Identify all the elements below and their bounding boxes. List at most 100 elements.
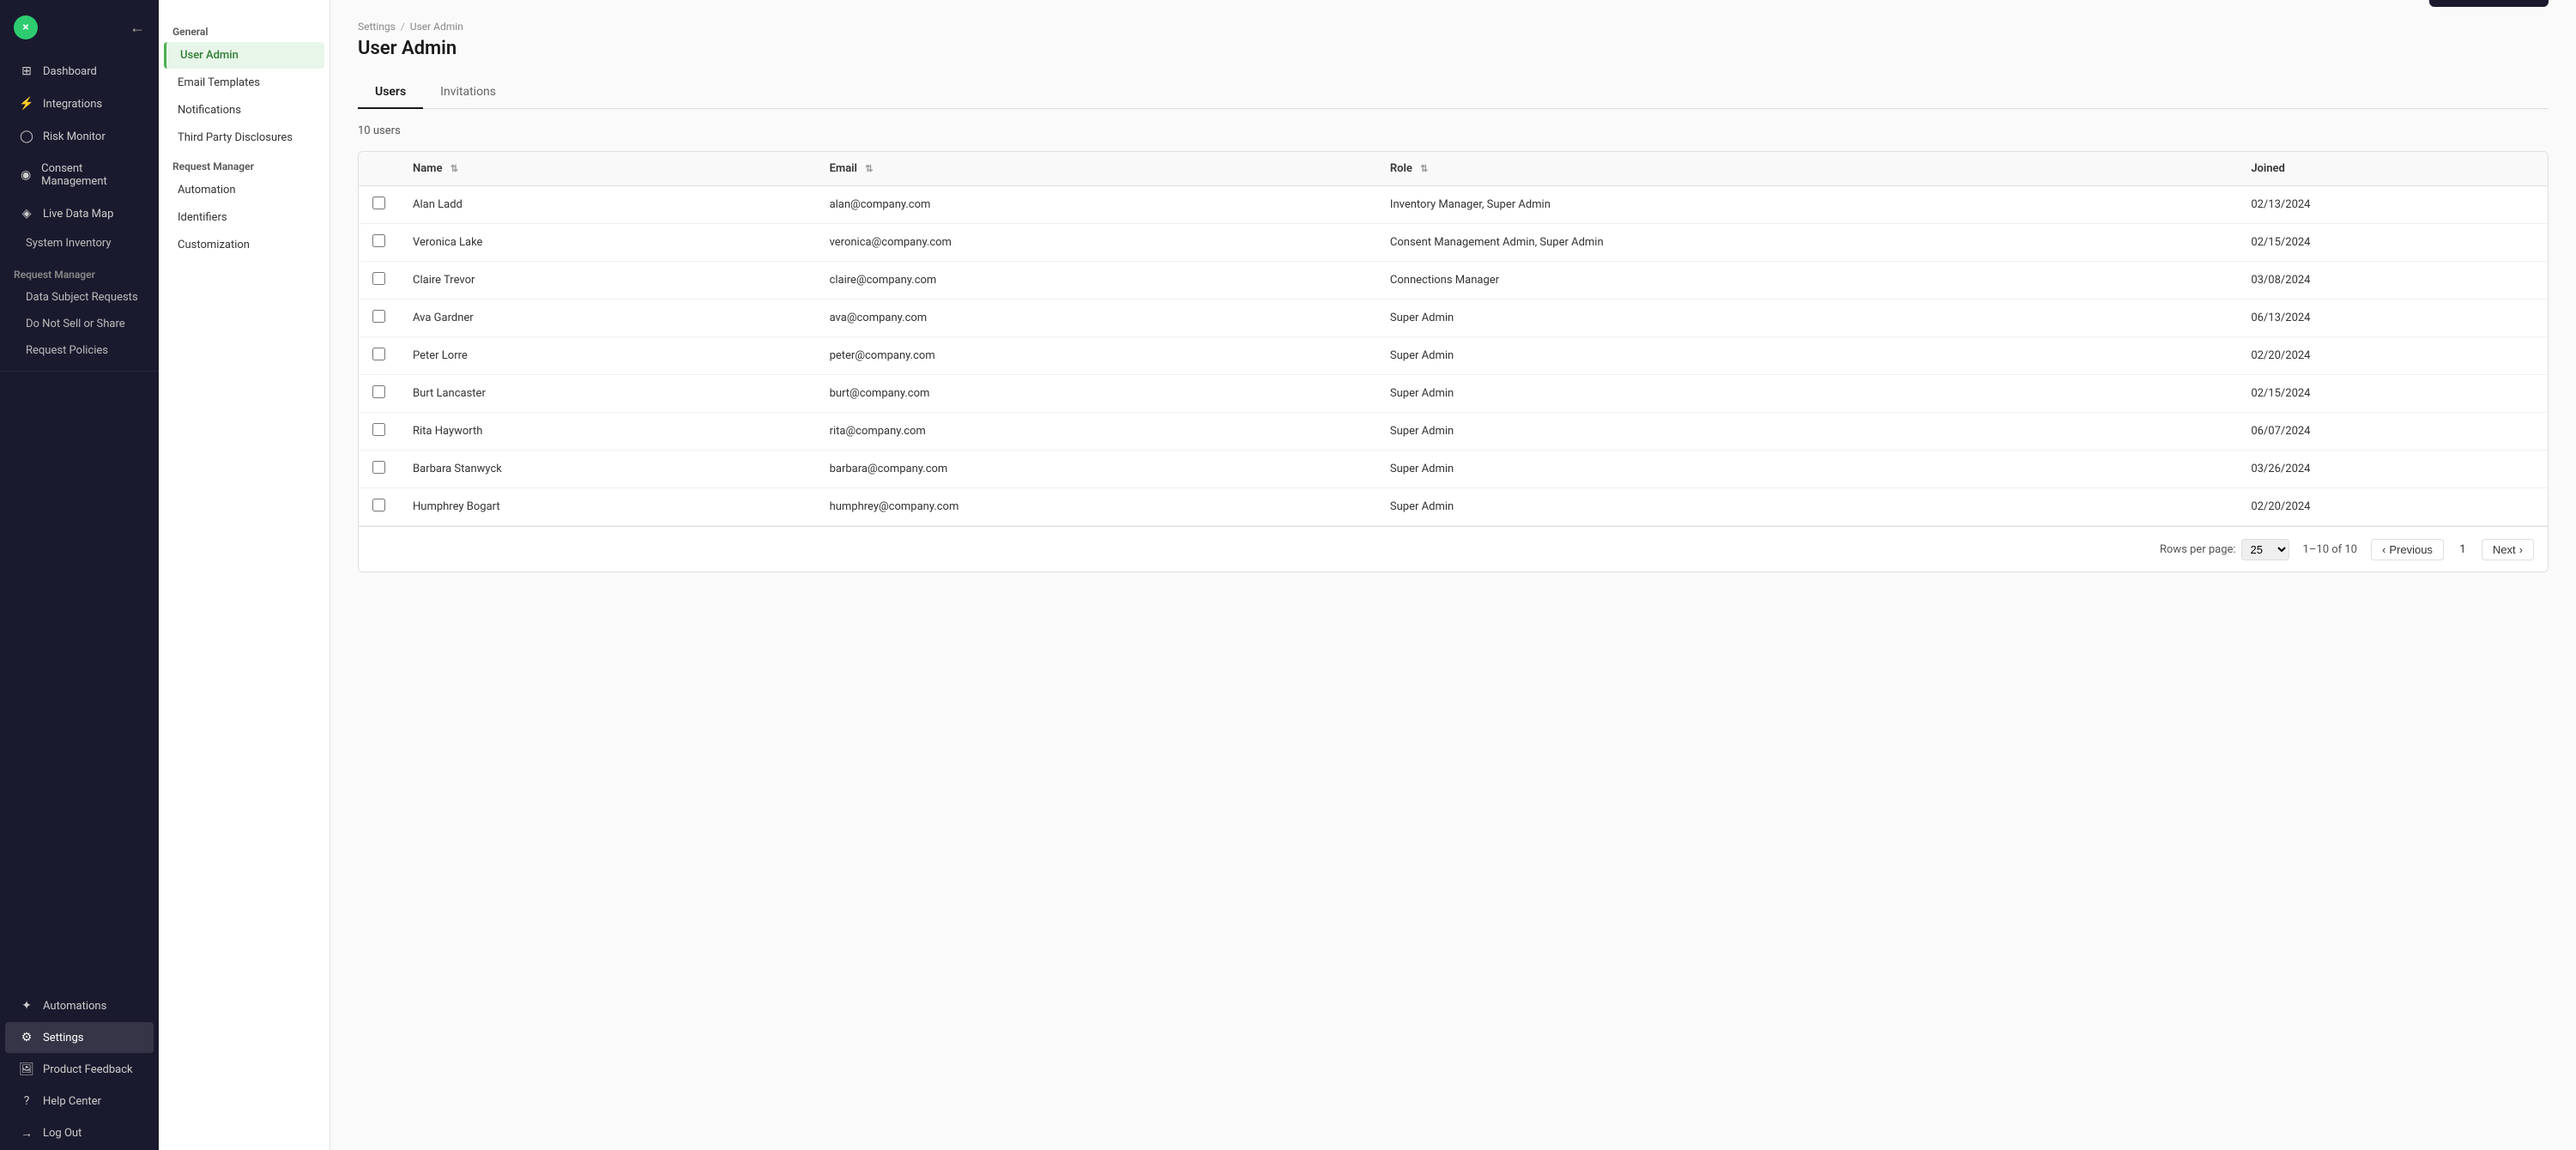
sub-sidebar-item-automation[interactable]: Automation (164, 177, 324, 203)
automations-icon: ✦ (19, 999, 34, 1013)
row-email: rita@company.com (816, 413, 1376, 451)
table-row[interactable]: Humphrey Bogart humphrey@company.com Sup… (359, 488, 2548, 526)
sidebar-item-system-inventory[interactable]: System Inventory (5, 231, 154, 256)
table-row[interactable]: Veronica Lake veronica@company.com Conse… (359, 224, 2548, 262)
table-row[interactable]: Ava Gardner ava@company.com Super Admin … (359, 300, 2548, 337)
chevron-left-icon: ‹ (2382, 543, 2386, 556)
sub-sidebar-item-notifications[interactable]: Notifications (164, 97, 324, 124)
table-row[interactable]: Alan Ladd alan@company.com Inventory Man… (359, 186, 2548, 224)
row-checkbox-6[interactable] (372, 423, 385, 436)
table-row[interactable]: Rita Hayworth rita@company.com Super Adm… (359, 413, 2548, 451)
row-checkbox-cell[interactable] (359, 413, 399, 451)
row-joined: 02/20/2024 (2237, 488, 2548, 526)
app-logo-icon: × (14, 15, 38, 39)
row-checkbox-cell[interactable] (359, 186, 399, 224)
table-header-name[interactable]: Name ⇅ (399, 152, 816, 186)
row-email: burt@company.com (816, 375, 1376, 413)
sidebar-item-label: Automations (43, 1000, 106, 1013)
breadcrumb-settings[interactable]: Settings (358, 21, 396, 33)
tab-users[interactable]: Users (358, 76, 423, 109)
users-table: Name ⇅ Email ⇅ Role ⇅ Joined (359, 152, 2548, 526)
invite-new-user-button[interactable]: Invite New User (2429, 0, 2549, 7)
sidebar-item-label: Settings (43, 1032, 83, 1044)
row-checkbox-cell[interactable] (359, 488, 399, 526)
sub-sidebar-item-label: Email Templates (178, 76, 260, 89)
sidebar-item-log-out[interactable]: → Log Out (5, 1117, 154, 1149)
row-checkbox-4[interactable] (372, 348, 385, 360)
sub-sidebar-item-identifiers[interactable]: Identifiers (164, 204, 324, 231)
chevron-right-icon: › (2519, 543, 2523, 556)
sub-sidebar-item-customization[interactable]: Customization (164, 232, 324, 258)
rows-per-page: Rows per page: 25 50 100 (2160, 539, 2289, 560)
sub-sidebar-item-label: Customization (178, 239, 250, 251)
log-out-icon: → (19, 1126, 34, 1141)
sidebar-item-live-data-map[interactable]: ◈ Live Data Map (5, 198, 154, 229)
next-page-button[interactable]: Next › (2482, 539, 2534, 560)
row-role: Connections Manager (1376, 262, 2237, 300)
sidebar-item-integrations[interactable]: ⚡ Integrations (5, 88, 154, 119)
row-checkbox-cell[interactable] (359, 337, 399, 375)
row-checkbox-2[interactable] (372, 272, 385, 285)
sidebar-item-consent-management[interactable]: ◉ Consent Management (5, 154, 154, 197)
sidebar-item-automations[interactable]: ✦ Automations (5, 990, 154, 1021)
row-checkbox-cell[interactable] (359, 262, 399, 300)
table-row[interactable]: Peter Lorre peter@company.com Super Admi… (359, 337, 2548, 375)
row-checkbox-0[interactable] (372, 197, 385, 209)
row-checkbox-3[interactable] (372, 310, 385, 323)
sidebar-item-dashboard[interactable]: ⊞ Dashboard (5, 56, 154, 87)
table-header-joined: Joined (2237, 152, 2548, 186)
sub-sidebar-item-third-party-disclosures[interactable]: Third Party Disclosures (164, 124, 324, 151)
tab-invitations[interactable]: Invitations (423, 76, 513, 109)
row-joined: 06/07/2024 (2237, 413, 2548, 451)
table-row[interactable]: Burt Lancaster burt@company.com Super Ad… (359, 375, 2548, 413)
sidebar-item-data-subject-requests[interactable]: Data Subject Requests (5, 285, 154, 310)
page-info: 1–10 of 10 (2303, 543, 2357, 556)
sidebar-bottom: ✦ Automations ⚙ Settings 🖼 Product Feedb… (0, 990, 159, 1150)
row-name: Peter Lorre (399, 337, 816, 375)
table-row[interactable]: Barbara Stanwyck barbara@company.com Sup… (359, 451, 2548, 488)
row-email: ava@company.com (816, 300, 1376, 337)
sub-sidebar-item-email-templates[interactable]: Email Templates (164, 70, 324, 96)
row-checkbox-8[interactable] (372, 499, 385, 511)
row-checkbox-cell[interactable] (359, 375, 399, 413)
sidebar-item-label: Integrations (43, 98, 102, 111)
row-name: Barbara Stanwyck (399, 451, 816, 488)
row-role: Inventory Manager, Super Admin (1376, 186, 2237, 224)
row-email: veronica@company.com (816, 224, 1376, 262)
pagination: Rows per page: 25 50 100 1–10 of 10 ‹ Pr… (359, 526, 2548, 572)
row-checkbox-1[interactable] (372, 234, 385, 247)
sidebar-item-do-not-sell[interactable]: Do Not Sell or Share (5, 312, 154, 336)
row-checkbox-cell[interactable] (359, 451, 399, 488)
back-arrow-icon[interactable]: ← (130, 19, 145, 37)
sidebar-item-product-feedback[interactable]: 🖼 Product Feedback (5, 1054, 154, 1085)
page-nav: ‹ Previous 1 Next › (2371, 537, 2534, 561)
row-role: Super Admin (1376, 413, 2237, 451)
row-email: alan@company.com (816, 186, 1376, 224)
row-checkbox-5[interactable] (372, 385, 385, 398)
rows-per-page-select[interactable]: 25 50 100 (2241, 539, 2289, 560)
row-email: humphrey@company.com (816, 488, 1376, 526)
row-checkbox-cell[interactable] (359, 300, 399, 337)
breadcrumb-current: User Admin (410, 21, 463, 33)
page-title: User Admin (358, 38, 463, 59)
sub-sidebar-item-label: Notifications (178, 104, 241, 117)
table-header-role[interactable]: Role ⇅ (1376, 152, 2237, 186)
sidebar-logo: × ← (0, 0, 159, 55)
table-row[interactable]: Claire Trevor claire@company.com Connect… (359, 262, 2548, 300)
sidebar-item-settings[interactable]: ⚙ Settings (5, 1022, 154, 1053)
row-joined: 03/26/2024 (2237, 451, 2548, 488)
sidebar-item-help-center[interactable]: ? Help Center (5, 1086, 154, 1117)
previous-page-button[interactable]: ‹ Previous (2371, 539, 2444, 560)
table-header-email[interactable]: Email ⇅ (816, 152, 1376, 186)
sidebar-item-label: Live Data Map (43, 208, 113, 221)
row-checkbox-7[interactable] (372, 461, 385, 474)
sidebar-item-request-policies[interactable]: Request Policies (5, 338, 154, 363)
row-role: Super Admin (1376, 300, 2237, 337)
sub-sidebar-item-label: Third Party Disclosures (178, 131, 293, 144)
sub-sidebar-item-user-admin[interactable]: User Admin (164, 42, 324, 69)
row-checkbox-cell[interactable] (359, 224, 399, 262)
request-manager-section-label: Request Manager (0, 257, 159, 284)
main-content: Settings / User Admin User Admin Invite … (330, 0, 2576, 1150)
sidebar-sub-item-label: Do Not Sell or Share (26, 318, 125, 330)
sidebar-item-risk-monitor[interactable]: ◯ Risk Monitor (5, 121, 154, 152)
